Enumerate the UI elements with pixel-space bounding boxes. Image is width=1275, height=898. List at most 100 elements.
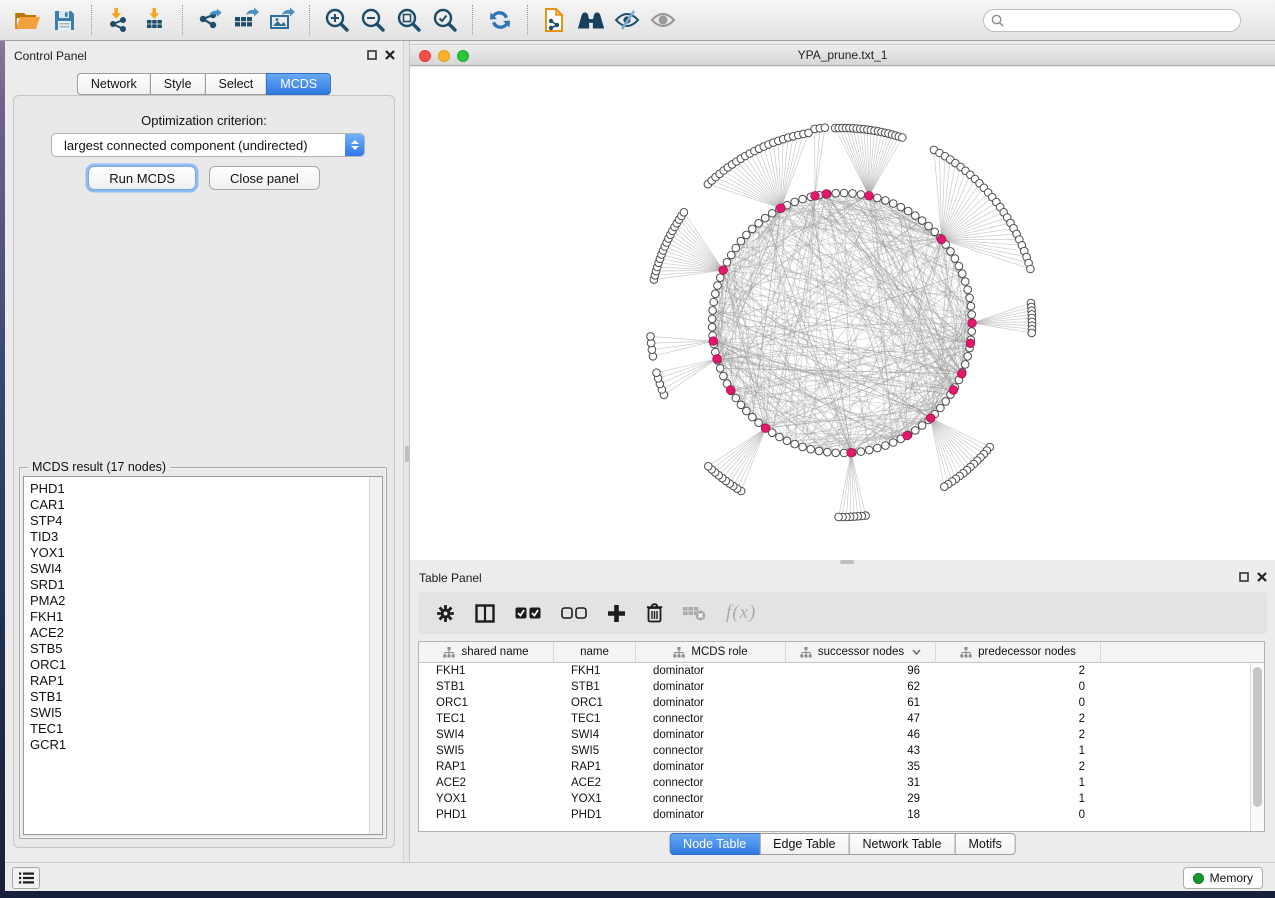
mcds-result-item[interactable]: STB5 (24, 641, 382, 657)
create-column-button[interactable] (607, 604, 626, 623)
table-cell-name[interactable]: SWI4 (554, 727, 636, 743)
mcds-result-item[interactable]: SWI5 (24, 705, 382, 721)
table-cell-predecessors[interactable]: 1 (936, 743, 1101, 759)
tab-network-table[interactable]: Network Table (849, 833, 956, 855)
panel-splitter[interactable] (403, 41, 410, 862)
memory-button[interactable]: Memory (1183, 867, 1263, 889)
table-cell-shared-name[interactable]: FKH1 (419, 663, 554, 679)
table-cell-predecessors[interactable]: 0 (936, 679, 1101, 695)
table-cell-predecessors[interactable]: 2 (936, 663, 1101, 679)
mcds-result-item[interactable]: CAR1 (24, 497, 382, 513)
table-cell-name[interactable]: RAP1 (554, 759, 636, 775)
mcds-result-item[interactable]: STP4 (24, 513, 382, 529)
table-cell-role[interactable]: connector (636, 775, 786, 791)
column-header-mcds-role[interactable]: MCDS role (636, 642, 786, 662)
table-cell-shared-name[interactable]: STB1 (419, 679, 554, 695)
mcds-result-item[interactable]: ORC1 (24, 657, 382, 673)
splitter-grip[interactable] (840, 560, 854, 564)
task-history-button[interactable] (12, 867, 40, 889)
close-panel-button[interactable]: Close panel (209, 166, 320, 190)
mcds-result-item[interactable]: TID3 (24, 529, 382, 545)
mcds-result-item[interactable]: STB1 (24, 689, 382, 705)
export-network-button[interactable] (195, 5, 225, 35)
table-cell-role[interactable]: dominator (636, 759, 786, 775)
export-image-button[interactable] (267, 5, 297, 35)
table-cell-shared-name[interactable]: SWI4 (419, 727, 554, 743)
float-panel-icon[interactable] (1239, 572, 1249, 582)
table-cell-shared-name[interactable]: TEC1 (419, 711, 554, 727)
table-cell-role[interactable]: dominator (636, 727, 786, 743)
mcds-result-item[interactable]: PHD1 (24, 481, 382, 497)
table-cell-shared-name[interactable]: SWI5 (419, 743, 554, 759)
table-cell-role[interactable]: connector (636, 743, 786, 759)
tab-motifs[interactable]: Motifs (954, 833, 1015, 855)
table-settings-button[interactable] (436, 604, 455, 623)
table-cell-name[interactable]: TEC1 (554, 711, 636, 727)
show-column-panel-button[interactable] (475, 604, 495, 623)
close-panel-icon[interactable] (385, 50, 395, 60)
mcds-result-item[interactable]: TEC1 (24, 721, 382, 737)
close-panel-icon[interactable] (1257, 572, 1267, 582)
tab-edge-table[interactable]: Edge Table (759, 833, 849, 855)
import-network-button[interactable] (104, 5, 134, 35)
table-row[interactable]: RAP1RAP1dominator352 (419, 759, 1250, 775)
table-cell-shared-name[interactable]: PHD1 (419, 807, 554, 823)
network-graph[interactable] (410, 67, 1275, 560)
table-cell-role[interactable]: dominator (636, 695, 786, 711)
mcds-result-item[interactable]: PMA2 (24, 593, 382, 609)
table-cell-name[interactable]: PHD1 (554, 807, 636, 823)
table-cell-role[interactable]: connector (636, 711, 786, 727)
table-cell-successors[interactable]: 61 (786, 695, 936, 711)
first-neighbors-button[interactable] (576, 5, 606, 35)
table-cell-shared-name[interactable]: ACE2 (419, 775, 554, 791)
export-table-button[interactable] (231, 5, 261, 35)
open-file-button[interactable] (13, 5, 43, 35)
search-input[interactable] (1009, 13, 1233, 27)
select-all-columns-button[interactable] (515, 607, 541, 619)
save-session-button[interactable] (49, 5, 79, 35)
table-cell-name[interactable]: SWI5 (554, 743, 636, 759)
table-row[interactable]: TEC1TEC1connector472 (419, 711, 1250, 727)
table-cell-role[interactable]: connector (636, 791, 786, 807)
hide-selected-button[interactable] (612, 5, 642, 35)
table-row[interactable]: PHD1PHD1dominator180 (419, 807, 1250, 823)
table-cell-successors[interactable]: 29 (786, 791, 936, 807)
column-header-shared-name[interactable]: shared name (419, 642, 554, 662)
refresh-layout-button[interactable] (485, 5, 515, 35)
tab-style[interactable]: Style (150, 73, 206, 95)
mcds-result-item[interactable]: RAP1 (24, 673, 382, 689)
tab-mcds[interactable]: MCDS (266, 73, 331, 95)
table-cell-shared-name[interactable]: YOX1 (419, 791, 554, 807)
import-table-button[interactable] (140, 5, 170, 35)
table-cell-name[interactable]: STB1 (554, 679, 636, 695)
column-header-name[interactable]: name (554, 642, 636, 662)
table-cell-predecessors[interactable]: 2 (936, 759, 1101, 775)
table-cell-predecessors[interactable]: 2 (936, 727, 1101, 743)
mcds-list-scrollbar[interactable] (369, 477, 382, 834)
table-cell-successors[interactable]: 46 (786, 727, 936, 743)
table-cell-successors[interactable]: 96 (786, 663, 936, 679)
zoom-selected-button[interactable] (430, 5, 460, 35)
network-canvas[interactable] (410, 67, 1275, 560)
mcds-result-item[interactable]: SWI4 (24, 561, 382, 577)
table-row[interactable]: ACE2ACE2connector311 (419, 775, 1250, 791)
delete-column-button[interactable] (646, 603, 663, 623)
tab-network[interactable]: Network (77, 73, 151, 95)
table-cell-predecessors[interactable]: 0 (936, 807, 1101, 823)
table-cell-role[interactable]: dominator (636, 663, 786, 679)
table-cell-successors[interactable]: 31 (786, 775, 936, 791)
table-cell-successors[interactable]: 47 (786, 711, 936, 727)
table-cell-role[interactable]: dominator (636, 807, 786, 823)
table-row[interactable]: STB1STB1dominator620 (419, 679, 1250, 695)
table-row[interactable]: SWI5SWI5connector431 (419, 743, 1250, 759)
table-cell-shared-name[interactable]: ORC1 (419, 695, 554, 711)
table-row[interactable]: FKH1FKH1dominator962 (419, 663, 1250, 679)
tab-select[interactable]: Select (205, 73, 268, 95)
tab-node-table[interactable]: Node Table (669, 833, 760, 855)
zoom-in-button[interactable] (322, 5, 352, 35)
new-network-from-selection-button[interactable] (540, 5, 570, 35)
table-cell-predecessors[interactable]: 1 (936, 775, 1101, 791)
table-cell-role[interactable]: dominator (636, 679, 786, 695)
table-cell-successors[interactable]: 18 (786, 807, 936, 823)
table-cell-name[interactable]: YOX1 (554, 791, 636, 807)
